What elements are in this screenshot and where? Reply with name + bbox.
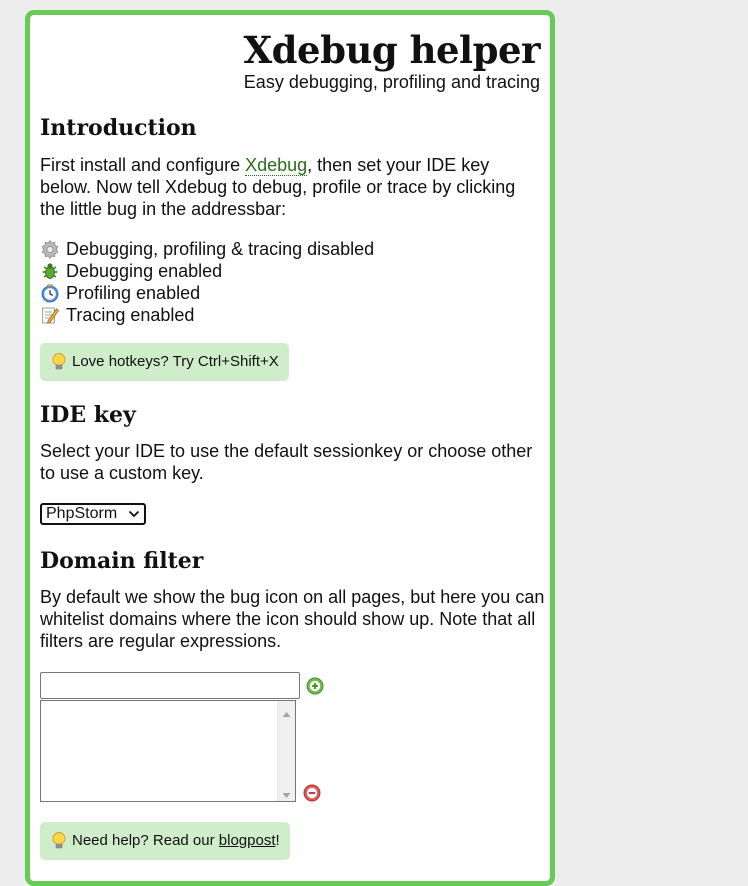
status-row-debugging: Debugging enabled xyxy=(40,260,374,282)
status-label: Profiling enabled xyxy=(66,283,201,303)
intro-text-before: First install and configure xyxy=(40,155,246,175)
help-text-after: ! xyxy=(275,832,280,849)
domain-filter-description: By default we show the bug icon on all p… xyxy=(40,587,545,651)
ide-key-description: Select your IDE to use the default sessi… xyxy=(40,441,533,483)
ide-key-selected-value: PhpStorm xyxy=(46,505,118,522)
header: Xdebug helper Easy debugging, profiling … xyxy=(243,29,540,93)
gear-disabled-icon xyxy=(40,239,60,260)
introduction-heading: Introduction xyxy=(40,115,197,141)
ide-key-select[interactable]: PhpStorm xyxy=(40,503,146,525)
hotkey-tip: Love hotkeys? Try Ctrl+Shift+X xyxy=(40,343,289,381)
status-row-tracing: Tracing enabled xyxy=(40,304,374,326)
status-label: Debugging, profiling & tracing disabled xyxy=(66,239,375,259)
status-label: Tracing enabled xyxy=(66,305,195,325)
ide-key-heading: IDE key xyxy=(40,402,136,428)
bug-icon xyxy=(40,261,60,281)
app-subtitle: Easy debugging, profiling and tracing xyxy=(243,72,540,92)
status-row-profiling: Profiling enabled xyxy=(40,282,374,304)
introduction-text: First install and configure Xdebug, then… xyxy=(40,154,545,220)
chevron-down-icon xyxy=(128,505,140,523)
status-row-disabled: Debugging, profiling & tracing disabled xyxy=(40,238,374,260)
status-label: Debugging enabled xyxy=(66,261,223,281)
xdebug-link[interactable]: Xdebug xyxy=(245,155,308,176)
blogpost-link[interactable]: blogpost xyxy=(219,832,276,849)
status-legend: Debugging, profiling & tracing disabled … xyxy=(40,238,374,326)
domain-filter-input[interactable] xyxy=(40,672,300,699)
pencil-note-icon xyxy=(40,305,60,325)
help-tip: Need help? Read our blogpost! xyxy=(40,822,290,860)
help-text-before: Need help? Read our xyxy=(72,832,219,849)
options-panel: Xdebug helper Easy debugging, profiling … xyxy=(25,10,555,886)
lightbulb-icon xyxy=(50,831,68,851)
app-title: Xdebug helper xyxy=(243,28,540,72)
add-domain-button[interactable] xyxy=(306,677,324,695)
scroll-up-arrow-icon[interactable] xyxy=(282,706,291,717)
lightbulb-icon xyxy=(50,352,68,372)
domain-filter-heading: Domain filter xyxy=(40,548,204,574)
help-tip-text: Need help? Read our blogpost! xyxy=(72,832,280,850)
scroll-down-arrow-icon[interactable] xyxy=(282,787,291,798)
hotkey-tip-text: Love hotkeys? Try Ctrl+Shift+X xyxy=(72,353,279,370)
remove-domain-button[interactable] xyxy=(303,784,321,802)
domain-list-scrollbar[interactable] xyxy=(277,701,295,801)
domain-filter-list[interactable] xyxy=(40,700,296,802)
clock-icon xyxy=(40,283,60,303)
